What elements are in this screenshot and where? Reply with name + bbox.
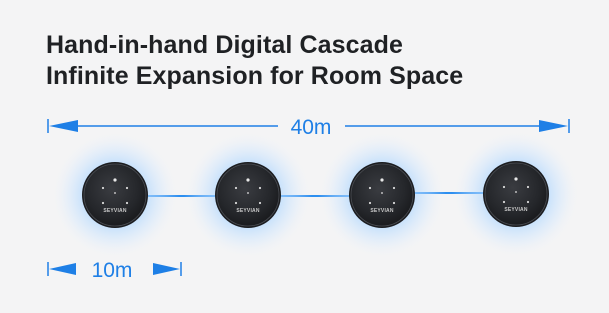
arrow-left-icon bbox=[49, 263, 76, 275]
device-brand-label: SEYVIAN bbox=[103, 208, 127, 214]
promo-card: Hand-in-hand Digital Cascade Infinite Ex… bbox=[0, 0, 609, 313]
speaker-device-icon: SEYVIAN bbox=[317, 130, 447, 260]
dimension-40m-label: 40m bbox=[291, 116, 332, 139]
arrow-right-icon bbox=[539, 120, 568, 132]
arrow-right-icon bbox=[153, 263, 180, 275]
device-brand-label: SEYVIAN bbox=[370, 208, 394, 214]
speaker-device-icon: SEYVIAN bbox=[451, 129, 581, 259]
speaker-device-icon: SEYVIAN bbox=[50, 130, 180, 260]
dimension-10m: 10m bbox=[47, 259, 182, 282]
device-brand-label: SEYVIAN bbox=[504, 207, 528, 213]
arrow-left-icon bbox=[49, 120, 78, 132]
device-brand-label: SEYVIAN bbox=[236, 208, 260, 214]
cascade-diagram: 40m SEYVIAN SEYVIAN SEYVIAN SEYVIAN 10m bbox=[47, 116, 581, 282]
dimension-10m-label: 10m bbox=[92, 259, 133, 282]
speaker-device-icon: SEYVIAN bbox=[183, 130, 313, 260]
